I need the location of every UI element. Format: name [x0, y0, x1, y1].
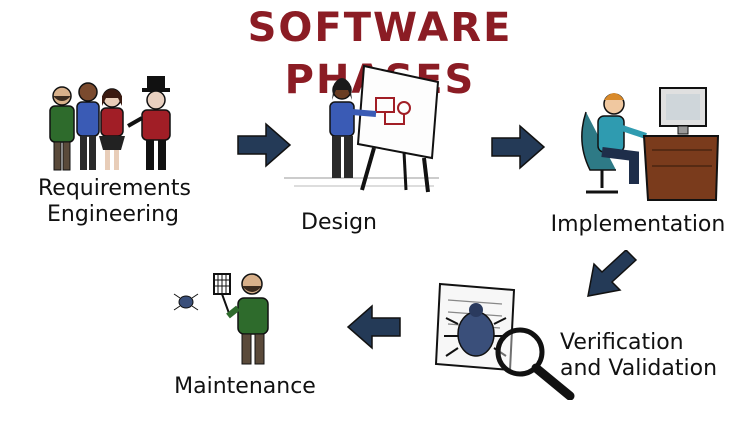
phase-label-design: Design: [301, 210, 377, 235]
arrow-left-icon: [346, 304, 401, 350]
magnifier-bug-document-icon: [434, 282, 575, 400]
bug-swatter-person-icon: [173, 273, 269, 365]
phase-label-verification: Verification and Validation: [560, 330, 718, 381]
people-group-icon: [49, 76, 171, 171]
phase-label-requirements: Requirements Engineering: [38, 176, 191, 227]
diagram-canvas: SOFTWARE PHASES Requirements Engineering: [0, 0, 750, 423]
diagram-title: SOFTWARE PHASES: [247, 5, 513, 103]
phase-label-implementation: Implementation: [550, 212, 726, 237]
easel-designer-icon: [284, 64, 440, 193]
programmer-at-desk-icon: [581, 87, 720, 201]
phase-label-maintenance: Maintenance: [174, 374, 316, 399]
arrow-down-left-icon: [587, 250, 638, 297]
arrow-right-icon: [491, 124, 546, 170]
